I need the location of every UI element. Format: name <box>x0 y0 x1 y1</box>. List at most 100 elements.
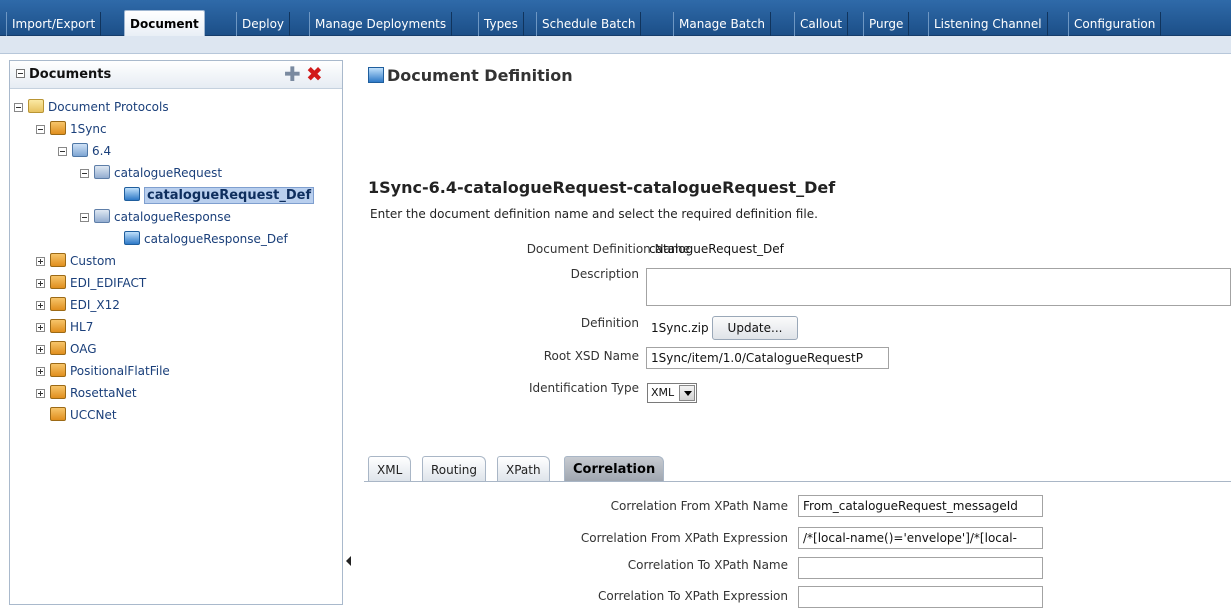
identification-type-value: XML <box>651 386 675 399</box>
update-button[interactable]: Update... <box>712 316 798 340</box>
tree-item-catalogueresponse[interactable]: catalogueResponse <box>80 207 231 227</box>
tree-item-label: Custom <box>70 254 116 268</box>
tree-item-label: PositionalFlatFile <box>70 364 170 378</box>
correlation-from-name-label: Correlation From XPath Name <box>610 499 788 513</box>
document-type-icon <box>94 209 110 223</box>
tab-manage-batch[interactable]: Manage Batch <box>673 12 771 36</box>
identification-type-select[interactable]: XML <box>647 383 697 403</box>
definition-instructions: Enter the document definition name and s… <box>370 207 818 221</box>
tab-routing[interactable]: Routing <box>422 456 487 482</box>
tab-import-export[interactable]: Import/Export <box>6 12 102 36</box>
tab-correlation[interactable]: Correlation <box>564 456 665 482</box>
tab-xpath[interactable]: XPath <box>497 456 550 482</box>
page-title-label: Document Definition <box>387 66 573 85</box>
tree-item-edi-edifact[interactable]: EDI_EDIFACT <box>36 273 146 293</box>
definition-name-value: catalogueRequest_Def <box>649 242 784 256</box>
protocol-icon <box>50 341 66 355</box>
tree-item-custom[interactable]: Custom <box>36 251 116 271</box>
tree-item-hl7[interactable]: HL7 <box>36 317 93 337</box>
tree-item-label: catalogueRequest <box>114 166 223 180</box>
protocol-icon <box>50 363 66 377</box>
definition-label: Definition <box>580 316 639 330</box>
correlation-from-expression-label: Correlation From XPath Expression <box>580 531 788 545</box>
identification-type-label: Identification Type <box>528 381 639 395</box>
tree-item-label: EDI_EDIFACT <box>70 276 147 290</box>
collapse-icon[interactable] <box>58 147 67 156</box>
root-xsd-field[interactable]: 1Sync/item/1.0/CatalogueRequestP <box>646 347 889 369</box>
definition-file-value: 1Sync.zip <box>651 321 709 335</box>
chevron-down-icon[interactable] <box>679 385 695 401</box>
tab-listening-channel[interactable]: Listening Channel <box>928 12 1048 36</box>
folder-icon <box>28 99 44 113</box>
version-icon <box>72 143 88 157</box>
tree-item-rosettanet[interactable]: RosettaNet <box>36 383 137 403</box>
tree-item-catalogueresponse-def[interactable]: catalogueResponse_Def <box>124 229 288 249</box>
description-field[interactable] <box>646 268 1231 306</box>
tab-divider <box>364 481 1231 482</box>
tree-item-label: catalogueResponse <box>114 210 231 224</box>
tab-deploy[interactable]: Deploy <box>236 12 291 36</box>
tree-item-label: catalogueResponse_Def <box>144 232 288 246</box>
collapse-panel-arrow-icon[interactable] <box>346 556 351 566</box>
tree-item-positionalflatfile[interactable]: PositionalFlatFile <box>36 361 170 381</box>
tree-item-cataloguerequest[interactable]: catalogueRequest <box>80 163 222 183</box>
tab-xml[interactable]: XML <box>368 456 412 482</box>
description-label: Description <box>570 267 639 281</box>
definition-heading: 1Sync-6.4-catalogueRequest-catalogueRequ… <box>368 178 836 197</box>
tree-item-version-6-4[interactable]: 6.4 <box>58 141 111 161</box>
collapse-icon[interactable] <box>36 125 45 134</box>
expand-icon[interactable] <box>36 301 45 310</box>
tab-purge[interactable]: Purge <box>863 12 910 36</box>
tree-item-1sync[interactable]: 1Sync <box>36 119 107 139</box>
correlation-from-expression-field[interactable]: /*[local-name()='envelope']/*[local- <box>798 527 1043 549</box>
protocol-icon <box>50 121 66 135</box>
tree-item-uccnet[interactable]: UCCNet <box>50 405 117 425</box>
expand-icon[interactable] <box>36 367 45 376</box>
tree-item-label: EDI_X12 <box>70 298 120 312</box>
collapse-icon[interactable] <box>80 213 89 222</box>
correlation-to-expression-label: Correlation To XPath Expression <box>598 589 788 603</box>
tree-item-label: RosettaNet <box>70 386 137 400</box>
protocol-icon <box>50 319 66 333</box>
tab-document[interactable]: Document <box>124 10 205 36</box>
documents-panel-header: Documents ✚ ✖ <box>10 61 342 89</box>
protocol-icon <box>50 275 66 289</box>
documents-title-label: Documents <box>29 67 112 82</box>
document-definition-icon <box>124 231 140 245</box>
tab-schedule-batch[interactable]: Schedule Batch <box>536 12 642 36</box>
expand-icon[interactable] <box>36 279 45 288</box>
tab-types[interactable]: Types <box>478 12 524 36</box>
tree-item-label: Document Protocols <box>48 100 169 114</box>
protocol-icon <box>50 253 66 267</box>
tree-item-edi-x12[interactable]: EDI_X12 <box>36 295 120 315</box>
protocol-icon <box>50 297 66 311</box>
delete-icon[interactable]: ✖ <box>306 64 323 84</box>
documents-panel-title[interactable]: Documents <box>16 67 111 82</box>
tree-item-oag[interactable]: OAG <box>36 339 97 359</box>
document-type-icon <box>94 165 110 179</box>
correlation-to-name-label: Correlation To XPath Name <box>627 558 788 572</box>
tab-callout[interactable]: Callout <box>794 12 849 36</box>
add-icon[interactable]: ✚ <box>284 64 301 84</box>
collapse-icon[interactable] <box>16 69 25 78</box>
correlation-from-name-field[interactable]: From_catalogueRequest_messageId <box>798 495 1043 517</box>
tab-manage-deployments[interactable]: Manage Deployments <box>309 12 453 36</box>
protocol-icon <box>50 407 66 421</box>
tree-item-label: HL7 <box>70 320 94 334</box>
expand-icon[interactable] <box>36 345 45 354</box>
expand-icon[interactable] <box>36 389 45 398</box>
expand-icon[interactable] <box>36 323 45 332</box>
tab-configuration[interactable]: Configuration <box>1068 12 1162 36</box>
correlation-to-name-field[interactable] <box>798 557 1043 579</box>
collapse-icon[interactable] <box>80 169 89 178</box>
tree-item-document-protocols[interactable]: Document Protocols <box>14 97 169 117</box>
document-definition-icon <box>124 187 140 201</box>
collapse-icon[interactable] <box>14 103 23 112</box>
documents-panel: Documents ✚ ✖ Document Protocols 1Sync 6… <box>9 60 343 605</box>
tree-item-label: UCCNet <box>70 408 117 422</box>
tree-item-label: 6.4 <box>92 144 112 158</box>
tree-item-cataloguerequest-def[interactable]: catalogueRequest_Def <box>124 185 315 205</box>
tree-item-label: OAG <box>70 342 97 356</box>
document-definition-panel: Document Definition 1Sync-6.4-catalogueR… <box>364 60 1231 608</box>
expand-icon[interactable] <box>36 257 45 266</box>
